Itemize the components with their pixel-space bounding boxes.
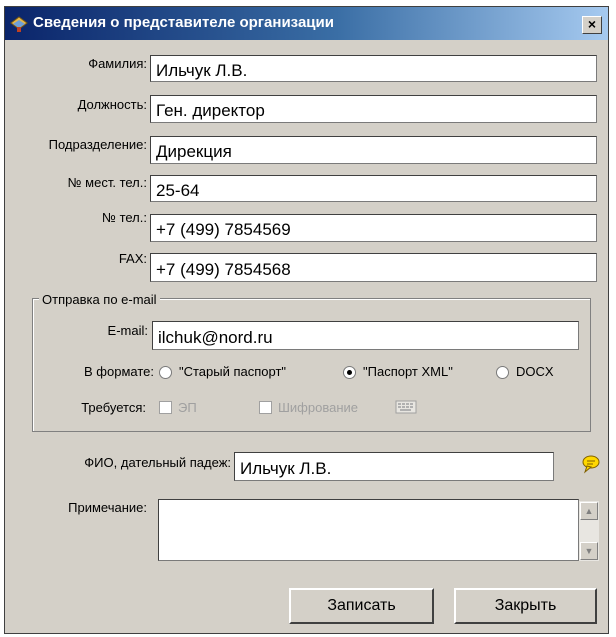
dialog-window: Сведения о представителе организации × Ф… <box>4 6 609 634</box>
fax-field[interactable] <box>150 253 597 282</box>
phone-label: № тел.: <box>102 210 147 225</box>
title-bar: Сведения о представителе организации × <box>5 7 608 40</box>
phone-field[interactable] <box>150 214 597 242</box>
ep-checkbox[interactable] <box>159 401 172 414</box>
app-icon <box>9 15 29 33</box>
xml-passport-label[interactable]: "Паспорт XML" <box>363 364 453 379</box>
radio-xml-passport[interactable] <box>343 366 356 379</box>
dative-label: ФИО, дательный падеж: <box>84 455 231 470</box>
email-field[interactable] <box>152 321 579 350</box>
lastname-label: Фамилия: <box>88 56 147 71</box>
docx-label[interactable]: DOCX <box>516 364 554 379</box>
speech-bubble-icon[interactable] <box>581 454 601 474</box>
encryption-label: Шифрование <box>278 400 358 415</box>
department-field[interactable] <box>150 136 597 164</box>
scroll-down-icon[interactable]: ▼ <box>580 542 598 560</box>
note-label: Примечание: <box>68 500 147 515</box>
window-title: Сведения о представителе организации <box>33 14 334 31</box>
email-label: E-mail: <box>107 323 148 338</box>
position-label: Должность: <box>77 97 147 112</box>
dative-field[interactable] <box>234 452 554 481</box>
position-field[interactable] <box>150 95 597 123</box>
old-passport-label[interactable]: "Старый паспорт" <box>179 364 286 379</box>
note-field[interactable] <box>158 499 579 561</box>
keyboard-icon[interactable] <box>395 398 417 416</box>
encryption-checkbox[interactable] <box>259 401 272 414</box>
save-button[interactable]: Записать <box>289 588 434 624</box>
scroll-up-icon[interactable]: ▲ <box>580 502 598 520</box>
close-icon[interactable]: × <box>582 16 602 34</box>
ep-label: ЭП <box>178 400 197 415</box>
email-group-legend: Отправка по e-mail <box>39 292 160 307</box>
local-phone-field[interactable] <box>150 175 597 202</box>
radio-old-passport[interactable] <box>159 366 172 379</box>
radio-docx[interactable] <box>496 366 509 379</box>
department-label: Подразделение: <box>48 137 147 152</box>
local-phone-label: № мест. тел.: <box>67 175 147 190</box>
note-scrollbar[interactable]: ▲ ▼ <box>579 501 599 561</box>
close-button[interactable]: Закрыть <box>454 588 597 624</box>
lastname-field[interactable] <box>150 55 597 82</box>
format-label: В формате: <box>84 364 154 379</box>
fax-label: FAX: <box>118 251 147 266</box>
required-label: Требуется: <box>81 400 146 415</box>
